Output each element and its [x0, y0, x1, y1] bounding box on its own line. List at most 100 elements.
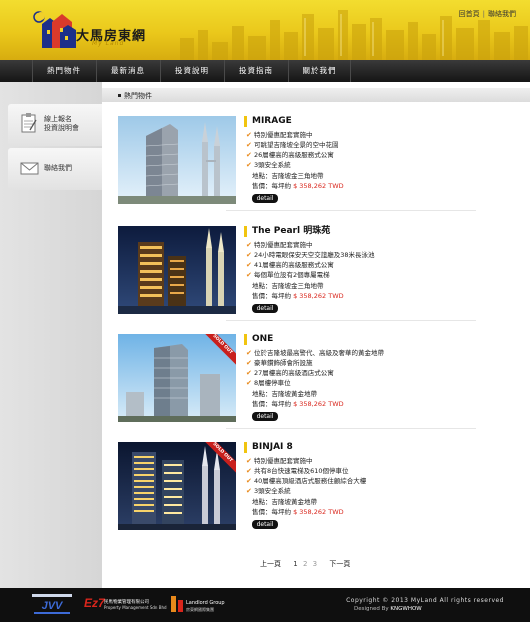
- page-link-2[interactable]: 2: [303, 560, 307, 568]
- sidebar-item-label: 投資說明會: [44, 124, 79, 132]
- top-links: 回首頁 | 聯絡我們: [459, 9, 516, 19]
- nav-item-hot-properties[interactable]: 熱門物件: [32, 60, 95, 82]
- site-header: 大馬房東網 My Land 回首頁 | 聯絡我們: [0, 0, 530, 60]
- nav-item-investment-guide[interactable]: 投資指南: [224, 60, 287, 82]
- detail-button[interactable]: detail: [252, 520, 278, 529]
- feature-item: ✔ 位於吉隆坡最高警代、高級及奢華的黃金地帶: [246, 348, 486, 358]
- nav-item-about-us[interactable]: 關於我們: [288, 60, 351, 82]
- detail-button[interactable]: detail: [252, 412, 278, 421]
- feature-item: ✔ 40層樓高頂級酒店式服務住顧綜合大樓: [246, 476, 486, 486]
- feature-item: ✔ 每個單位設有2個專屬電梯: [246, 270, 486, 280]
- check-icon: ✔: [246, 261, 252, 269]
- page-link-1[interactable]: 1: [293, 560, 297, 568]
- listing-title[interactable]: BINJAI 8: [252, 442, 293, 453]
- address-label: 地點：: [252, 390, 272, 398]
- detail-button[interactable]: detail: [252, 194, 278, 203]
- check-icon: ✔: [246, 271, 252, 279]
- listing-item: MIRAGE ✔ 特別優惠配套實施中 ✔ 可眺望吉隆坡全景的空中花園 ✔ 26層樓高的…: [118, 116, 488, 216]
- pagination: 上一頁 1 2 3 下一頁: [260, 559, 350, 569]
- listing-address: 地點：吉隆坡金三角地帶: [252, 281, 324, 291]
- feature-item: ✔ 共有8台快速電梯及610個停車位: [246, 466, 486, 476]
- sold-out-label: SOLD OUT: [204, 442, 236, 474]
- feature-text: 每個單位設有2個專屬電梯: [254, 271, 330, 279]
- nav-item-news[interactable]: 最新消息: [96, 60, 159, 82]
- check-icon: ✔: [246, 477, 252, 485]
- next-page-link[interactable]: 下一頁: [329, 560, 350, 568]
- address-label: 地點：: [252, 172, 272, 180]
- home-link[interactable]: 回首頁: [459, 10, 480, 18]
- sold-out-label: SOLD OUT: [204, 334, 236, 366]
- listing-title[interactable]: ONE: [252, 334, 273, 345]
- address-value: 吉隆坡黃金地帶: [271, 390, 318, 398]
- check-icon: ✔: [246, 487, 252, 495]
- prev-page-link[interactable]: 上一頁: [260, 560, 281, 568]
- nav-item-investment-info[interactable]: 投資說明: [160, 60, 223, 82]
- designer-name[interactable]: KNGWHOW: [390, 606, 421, 612]
- building-photo: [118, 116, 236, 204]
- detail-button[interactable]: detail: [252, 304, 278, 313]
- clipboard-icon: [21, 113, 37, 133]
- price-label: 售價：每坪約: [252, 292, 294, 300]
- logo-subtitle: My Land: [92, 40, 125, 47]
- feature-list: ✔ 位於吉隆坡最高警代、高級及奢華的黃金地帶 ✔ 豪華鑽飾師會所設施 ✔ 27層樓高的…: [246, 348, 486, 388]
- check-icon: ✔: [246, 457, 252, 465]
- feature-text: 特別優惠配套實施中: [254, 241, 313, 249]
- address-value: 吉隆坡金三角地帶: [271, 172, 324, 180]
- listing-title[interactable]: MIRAGE: [252, 116, 292, 127]
- address-value: 吉隆坡黃金地帶: [271, 498, 318, 506]
- feature-text: 3頭安全系統: [254, 161, 291, 169]
- listing-title[interactable]: The Pearl 明珠苑: [252, 226, 330, 237]
- title-marker: [244, 442, 247, 453]
- page: 大馬房東網 My Land 回首頁 | 聯絡我們 熱門物件 最新消息 投資說明 投資…: [0, 0, 530, 622]
- building-photo: [118, 226, 236, 314]
- landlord-logo-sub: 房東網國際集團: [186, 607, 214, 612]
- copyright-text: Copyright © 2013 MyLand All rights reser…: [346, 597, 504, 604]
- landlord-logo-icon: [171, 596, 183, 612]
- ez7-company-sub: Property Management Sdn Bhd: [104, 605, 167, 610]
- feature-text: 位於吉隆坡最高警代、高級及奢華的黃金地帶: [254, 349, 384, 357]
- feature-item: ✔ 特別優惠配套實施中: [246, 240, 486, 250]
- check-icon: ✔: [246, 251, 252, 259]
- feature-item: ✔ 41層樓高的高級服務式公寓: [246, 260, 486, 270]
- sidebar-item-seminar-signup[interactable]: 線上報名 投資說明會: [8, 104, 102, 146]
- price-value: $ 358,262 TWD: [293, 182, 344, 190]
- feature-item: ✔ 特別優惠配套實施中: [246, 130, 486, 140]
- feature-text: 27層樓高的高級酒店式公寓: [254, 369, 334, 377]
- feature-item: ✔ 26層樓高的高級服務式公寓: [246, 150, 486, 160]
- address-label: 地點：: [252, 282, 272, 290]
- jvv-logo-icon: JVV: [32, 594, 72, 614]
- sold-out-ribbon: SOLD OUT: [204, 334, 236, 366]
- price-value: $ 358,262 TWD: [293, 292, 344, 300]
- logo-houses-icon: [33, 11, 76, 48]
- listing-price: 售價：每坪約 $ 358,262 TWD: [252, 291, 344, 301]
- ez7-logo-text: Ez7: [84, 596, 105, 610]
- contact-link[interactable]: 聯絡我們: [488, 10, 516, 18]
- designed-by-label: Designed By: [354, 606, 389, 612]
- page-link-3[interactable]: 3: [313, 560, 317, 568]
- breadcrumb: 熱門物件: [102, 88, 530, 102]
- divider: [226, 210, 476, 211]
- feature-item: ✔ 特別優惠配套實施中: [246, 456, 486, 466]
- breadcrumb-label: 熱門物件: [124, 92, 152, 100]
- feature-item: ✔ 豪華鑽飾師會所設施: [246, 358, 486, 368]
- listing-item: The Pearl 明珠苑 ✔ 特別優惠配套實施中 ✔ 24小時電眼保安天空交誼廳及…: [118, 226, 488, 326]
- footer-logo-landlord[interactable]: Landlord Group 房東網國際集團: [170, 594, 226, 616]
- feature-item: ✔ 8層樓停車位: [246, 378, 486, 388]
- footer-logo-jvv[interactable]: JVV: [32, 594, 72, 616]
- sidebar-item-contact[interactable]: 聯絡我們: [8, 148, 102, 190]
- feature-item: ✔ 27層樓高的高級酒店式公寓: [246, 368, 486, 378]
- footer-logo-ez7[interactable]: Ez7 民馬物業管理有限公司 Property Management Sdn B…: [84, 594, 167, 616]
- feature-list: ✔ 特別優惠配套實施中 ✔ 可眺望吉隆坡全景的空中花園 ✔ 26層樓高的高級服務式公寓…: [246, 130, 486, 170]
- main-area: 線上報名 投資說明會 聯絡我們 熱門物件 MIRAGE ✔ 特別優惠配套實施中 …: [0, 82, 530, 588]
- listing-image[interactable]: [118, 226, 236, 314]
- address-label: 地點：: [252, 498, 272, 506]
- price-label: 售價：每坪約: [252, 400, 294, 408]
- feature-item: ✔ 3頭安全系統: [246, 486, 486, 496]
- sold-out-ribbon: SOLD OUT: [204, 442, 236, 474]
- feature-item: ✔ 可眺望吉隆坡全景的空中花園: [246, 140, 486, 150]
- price-value: $ 358,262 TWD: [293, 400, 344, 408]
- sidebar-item-label: 線上報名: [44, 115, 72, 123]
- listing-image[interactable]: [118, 116, 236, 204]
- feature-text: 可眺望吉隆坡全景的空中花園: [254, 141, 339, 149]
- feature-item: ✔ 3頭安全系統: [246, 160, 486, 170]
